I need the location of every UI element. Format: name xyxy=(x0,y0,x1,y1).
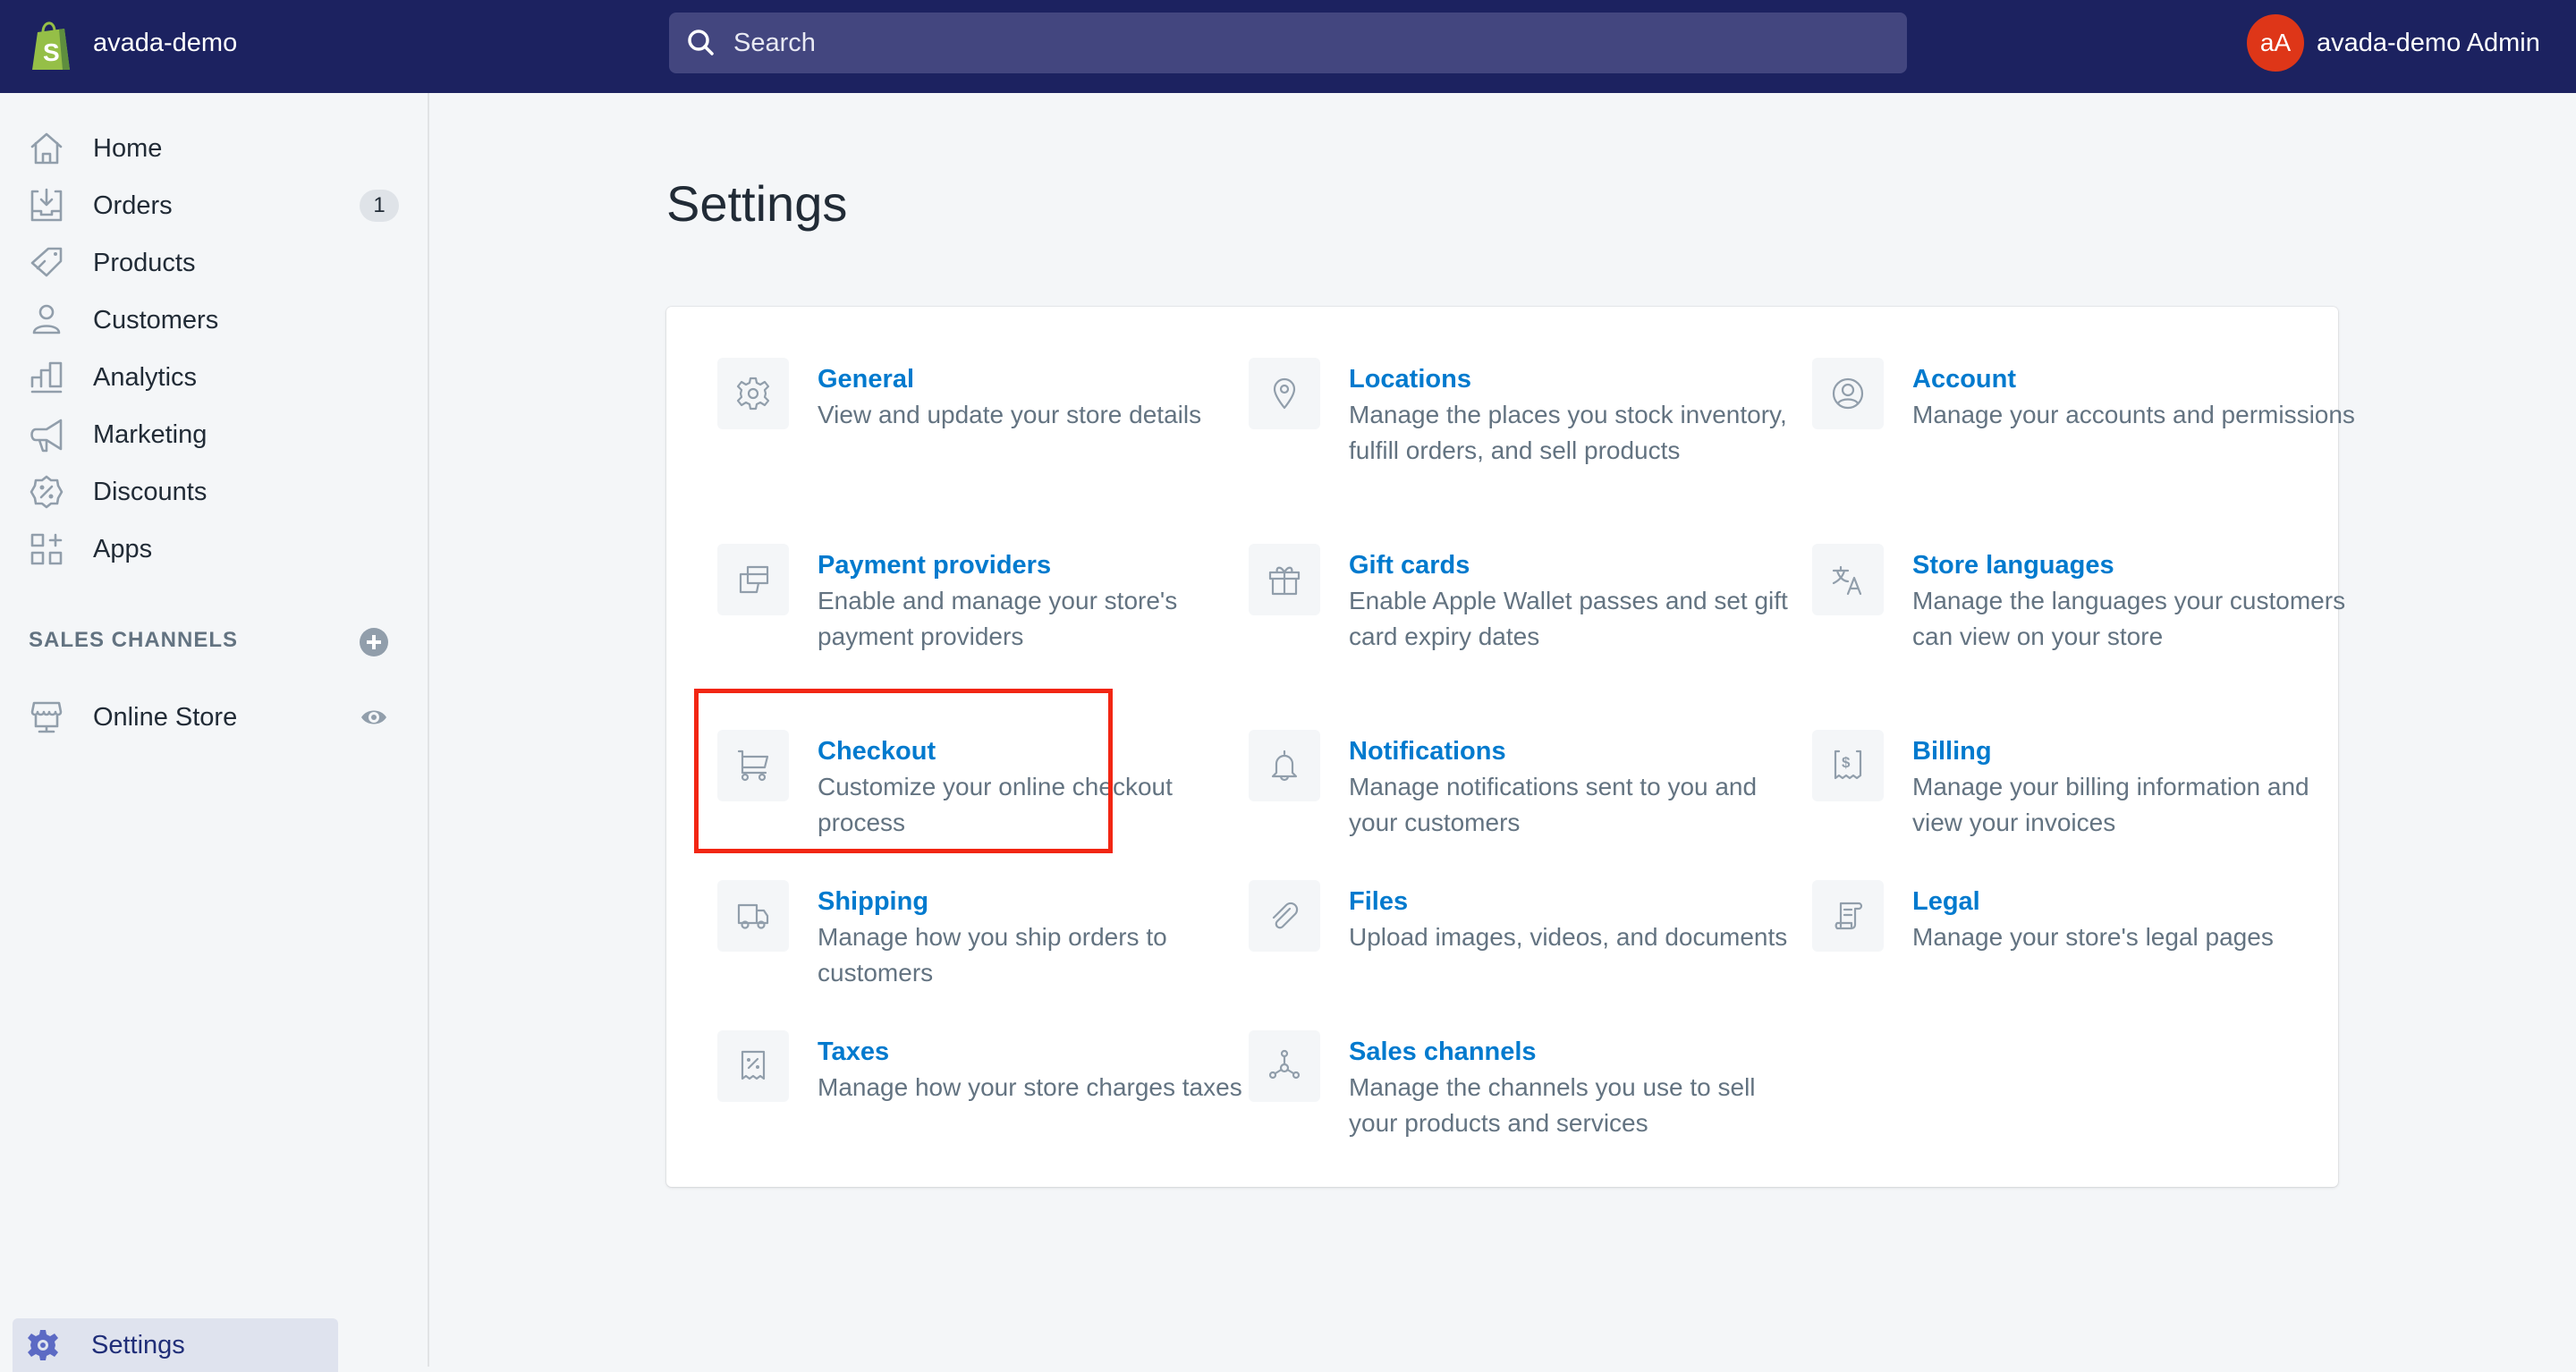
sidebar-item-home[interactable]: Home xyxy=(0,123,428,174)
user-name[interactable]: avada-demo Admin xyxy=(2317,25,2540,61)
sidebar-item-label: Home xyxy=(93,134,163,163)
orders-count-badge: 1 xyxy=(360,190,399,222)
svg-text:S: S xyxy=(43,38,60,66)
sidebar-item-discounts[interactable]: Discounts xyxy=(0,467,428,517)
setting-title[interactable]: Billing xyxy=(1912,733,1992,769)
store-icon xyxy=(30,701,63,733)
bell-icon xyxy=(1271,750,1298,782)
store-name[interactable]: avada-demo xyxy=(93,25,237,61)
sidebar-item-marketing[interactable]: Marketing xyxy=(0,410,428,460)
sidebar-item-online-store[interactable]: Online Store xyxy=(0,692,428,742)
sidebar-item-label: Marketing xyxy=(93,420,208,449)
sidebar-item-label: Analytics xyxy=(93,363,198,392)
setting-title[interactable]: Shipping xyxy=(818,884,928,919)
setting-description: Manage how your store charges taxes xyxy=(818,1073,1242,1101)
person-icon xyxy=(32,304,61,335)
search-placeholder: Search xyxy=(733,29,816,57)
setting-title[interactable]: Gift cards xyxy=(1349,547,1470,583)
sidebar-item-label: Orders xyxy=(93,191,173,220)
setting-description: View and update your store details xyxy=(818,401,1202,428)
paperclip-icon xyxy=(1272,902,1299,929)
page-title: Settings xyxy=(666,175,848,232)
sidebar-item-label: Customers xyxy=(93,306,219,335)
setting-description: Manage how you ship orders to customers xyxy=(818,923,1167,987)
sidebar-item-label: Discounts xyxy=(93,478,208,506)
translate-icon xyxy=(1832,565,1862,596)
tax-receipt-icon xyxy=(741,1050,766,1080)
svg-text:$: $ xyxy=(1842,754,1851,771)
sidebar-item-label: Apps xyxy=(93,535,153,563)
home-icon xyxy=(30,132,63,165)
sidebar-item-settings[interactable]: Settings xyxy=(13,1318,338,1372)
setting-description: Manage notifications sent to you and you… xyxy=(1349,773,1758,836)
sidebar-item-customers[interactable]: Customers xyxy=(0,295,428,345)
shopify-logo-icon[interactable]: S xyxy=(25,18,79,72)
sidebar-item-analytics[interactable]: Analytics xyxy=(0,352,428,402)
eye-icon[interactable] xyxy=(360,703,388,732)
payment-icon xyxy=(739,565,769,594)
setting-description: Manage your accounts and permissions xyxy=(1912,401,2355,428)
sidebar-item-label: Settings xyxy=(91,1331,185,1359)
gear-icon xyxy=(736,377,770,411)
sidebar: Home Orders 1 Products Customers Analyti… xyxy=(0,93,429,1372)
sidebar-item-label: Online Store xyxy=(93,703,238,732)
tag-icon xyxy=(30,247,63,277)
setting-title[interactable]: Store languages xyxy=(1912,547,2114,583)
setting-title[interactable]: General xyxy=(818,361,914,397)
legal-scroll-icon xyxy=(1835,902,1863,930)
setting-title[interactable]: Files xyxy=(1349,884,1408,919)
setting-title[interactable]: Locations xyxy=(1349,361,1471,397)
account-icon xyxy=(1832,377,1864,410)
avatar[interactable]: aA xyxy=(2247,14,2304,72)
search-input[interactable]: Search xyxy=(669,13,1907,73)
setting-description: Manage your billing information and view… xyxy=(1912,773,2309,836)
orders-icon xyxy=(30,188,63,222)
billing-icon: $ xyxy=(1834,750,1862,780)
gear-icon xyxy=(28,1330,58,1360)
add-sales-channel-icon[interactable] xyxy=(360,628,388,656)
setting-description: Upload images, videos, and documents xyxy=(1349,923,1788,951)
truck-icon xyxy=(737,903,769,929)
setting-description: Enable Apple Wallet passes and set gift … xyxy=(1349,587,1788,650)
sidebar-item-apps[interactable]: Apps xyxy=(0,524,428,574)
setting-title[interactable]: Payment providers xyxy=(818,547,1051,583)
search-icon xyxy=(688,30,714,55)
bar-chart-icon xyxy=(30,361,63,394)
setting-description: Manage the channels you use to sell your… xyxy=(1349,1073,1756,1137)
sidebar-item-orders[interactable]: Orders 1 xyxy=(0,181,428,231)
top-bar: S avada-demo Search aA avada-demo Admin xyxy=(0,0,2576,93)
setting-title[interactable]: Sales channels xyxy=(1349,1034,1537,1070)
setting-description: Manage your store's legal pages xyxy=(1912,923,2274,951)
megaphone-icon xyxy=(30,419,63,453)
setting-title[interactable]: Notifications xyxy=(1349,733,1506,769)
discount-icon xyxy=(30,475,64,509)
checkout-highlight-annotation xyxy=(694,689,1113,853)
location-pin-icon xyxy=(1273,377,1296,410)
setting-description: Enable and manage your store's payment p… xyxy=(818,587,1178,650)
sidebar-item-label: Products xyxy=(93,249,196,277)
apps-icon xyxy=(30,533,63,565)
sales-channels-icon xyxy=(1268,1049,1301,1080)
setting-title[interactable]: Taxes xyxy=(818,1034,889,1070)
sales-channels-heading: SALES CHANNELS xyxy=(29,628,239,652)
setting-title[interactable]: Account xyxy=(1912,361,2016,397)
setting-title[interactable]: Legal xyxy=(1912,884,1980,919)
sidebar-item-products[interactable]: Products xyxy=(0,238,428,288)
setting-description: Manage the languages your customers can … xyxy=(1912,587,2346,650)
setting-description: Manage the places you stock inventory, f… xyxy=(1349,401,1787,464)
gift-icon xyxy=(1268,566,1301,596)
